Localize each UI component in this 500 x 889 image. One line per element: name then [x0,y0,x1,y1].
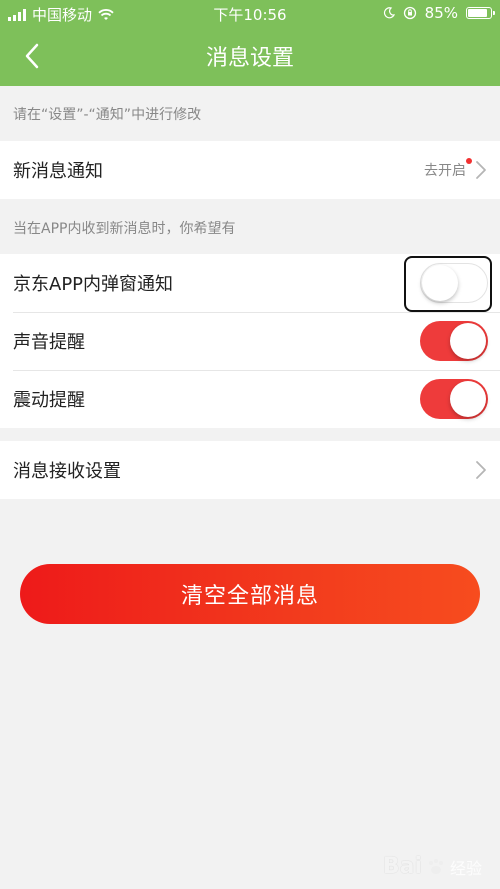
go-enable-text: 去开启 [424,163,466,179]
toggle-knob [450,323,486,359]
sound-reminder-label: 声音提醒 [13,332,85,353]
vibration-reminder-row: 震动提醒 [0,370,500,428]
new-message-value: 去开启 [424,158,472,180]
receive-settings-group: 消息接收设置 [0,441,500,499]
watermark-logo: Bai [382,854,422,879]
toggle-group: 京东APP内弹窗通知 声音提醒 震动提醒 [0,254,500,428]
new-message-label: 新消息通知 [13,161,103,182]
watermark: Bai 经验 [383,854,482,879]
chevron-right-icon [476,461,486,479]
hint-in-app: 当在APP内收到新消息时，你希望有 [13,221,236,237]
nav-bar: 消息设置 [0,26,500,86]
new-message-row[interactable]: 新消息通知 去开启 [0,141,500,199]
status-right: 85% [383,4,495,22]
moon-icon [383,7,395,19]
battery-percent: 85% [424,4,458,22]
chevron-right-icon [476,161,486,179]
toggle-knob [450,381,486,417]
receive-settings-label: 消息接收设置 [13,461,121,482]
rotation-lock-icon [403,6,416,20]
receive-settings-row[interactable]: 消息接收设置 [0,441,500,499]
red-dot-badge [466,158,472,164]
hint-system-settings: 请在“设置”-“通知”中进行修改 [13,107,202,123]
vibration-reminder-toggle[interactable] [420,379,488,419]
sound-reminder-toggle[interactable] [420,321,488,361]
popup-notification-label: 京东APP内弹窗通知 [13,274,174,295]
battery-fill [468,9,487,17]
sound-reminder-row: 声音提醒 [0,312,500,370]
new-message-group: 新消息通知 去开启 [0,141,500,199]
battery-icon [466,7,495,19]
paw-icon [428,858,444,874]
watermark-text: 经验 [449,858,482,878]
vibration-reminder-label: 震动提醒 [13,390,85,411]
clear-all-messages-button[interactable]: 清空全部消息 [20,564,480,624]
popup-notification-row: 京东APP内弹窗通知 [0,254,500,312]
popup-notification-toggle[interactable] [420,263,488,303]
page-title: 消息设置 [205,46,294,71]
status-bar: 中国移动 下午10:56 85% [0,0,500,26]
toggle-knob [422,265,458,301]
app-header: 中国移动 下午10:56 85% 消息设置 [0,0,500,86]
